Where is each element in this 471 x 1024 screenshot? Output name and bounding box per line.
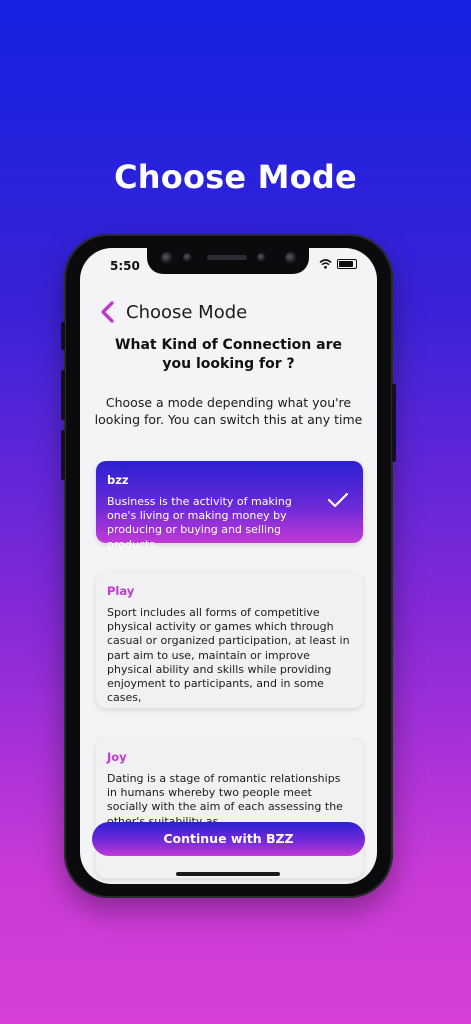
sensor-icon [183, 253, 192, 262]
mode-card-description: Business is the activity of making one's… [107, 495, 292, 551]
question-heading: What Kind of Connection are you looking … [115, 337, 342, 372]
mode-card-description: Sport includes all forms of competitive … [107, 606, 350, 705]
back-chevron-icon[interactable] [98, 300, 118, 324]
notch [147, 248, 309, 274]
speaker-grille [207, 255, 247, 260]
phone-frame: 5:50 Choose Mode What Kind of Connection… [61, 234, 396, 898]
mode-card-play[interactable]: Play Sport includes all forms of competi… [96, 572, 363, 708]
home-indicator [176, 872, 280, 876]
mode-card-title: bzz [107, 473, 129, 487]
phone-side-button [61, 370, 65, 420]
camera-icon [285, 252, 297, 264]
mode-card-title: Joy [107, 750, 127, 764]
phone-side-button [61, 430, 65, 480]
continue-button[interactable]: Continue with BZZ [92, 822, 365, 856]
page-title: Choose Mode [114, 158, 357, 196]
mode-card-description: Dating is a stage of romantic relationsh… [107, 772, 343, 828]
phone-side-button [61, 322, 65, 350]
battery-icon [337, 259, 357, 269]
wifi-icon [319, 259, 332, 269]
checkmark-icon [327, 492, 349, 508]
camera-icon [161, 252, 173, 264]
instruction-text: Choose a mode depending what you're look… [94, 395, 363, 427]
status-time: 5:50 [110, 259, 140, 273]
screen-title: Choose Mode [126, 301, 248, 323]
sensor-icon [257, 253, 266, 262]
app-screen: 5:50 Choose Mode What Kind of Connection… [80, 248, 377, 884]
screen-header: Choose Mode [98, 300, 247, 324]
status-icons [319, 259, 357, 269]
phone-side-button [392, 384, 396, 462]
mode-card-bzz[interactable]: bzz Business is the activity of making o… [96, 461, 363, 551]
mode-card-joy[interactable]: Joy Dating is a stage of romantic relati… [96, 738, 363, 878]
mode-card-title: Play [107, 584, 135, 598]
